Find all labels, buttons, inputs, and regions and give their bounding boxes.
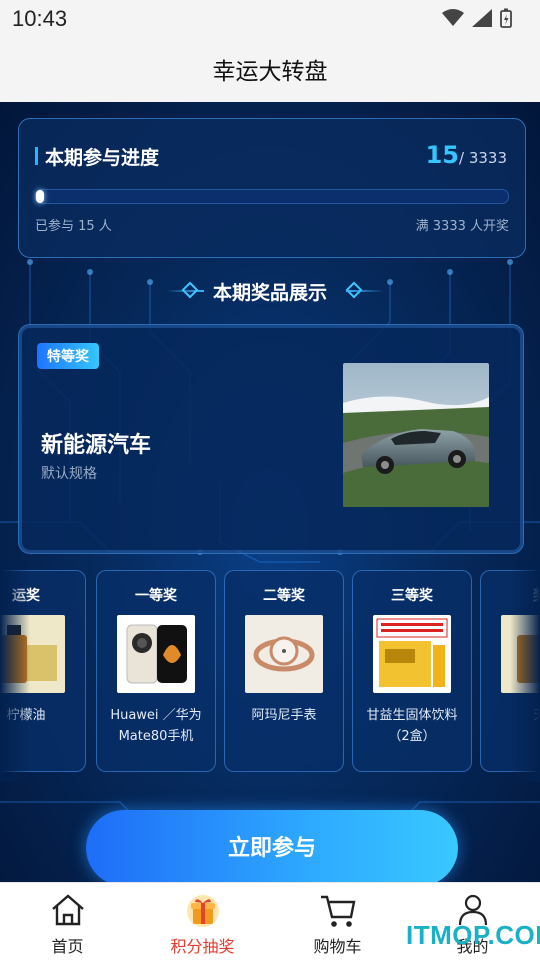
join-button[interactable]: 立即参与 — [86, 810, 458, 882]
phone-image — [117, 615, 195, 693]
progress-fill — [36, 190, 44, 203]
grand-prize-badge: 特等奖 — [37, 343, 99, 369]
status-bar: 10:43 — [0, 0, 540, 38]
home-icon — [51, 894, 84, 926]
prize-card[interactable]: 二等奖 阿玛尼手表 — [224, 570, 344, 772]
prize-section-title: 本期奖品展示 — [212, 282, 327, 304]
progress-bar — [35, 189, 509, 204]
progress-title: 本期参与进度 — [45, 147, 160, 169]
joined-text: 已参与 15 人 — [35, 219, 112, 234]
status-icons — [442, 8, 512, 28]
status-time: 10:43 — [12, 6, 68, 31]
prize-level: 一等奖 — [135, 588, 177, 604]
car-image — [343, 363, 489, 507]
wifi-icon — [442, 9, 464, 26]
featured-prize-spec: 默认规格 — [41, 466, 97, 482]
page-title: 幸运大转盘 — [212, 59, 328, 85]
threshold-text: 满 3333 人开奖 — [415, 219, 509, 234]
current-count: 15 — [425, 141, 459, 169]
tab-home[interactable]: 首页 — [0, 883, 135, 961]
cart-icon — [320, 895, 355, 927]
tab-lottery[interactable]: 积分抽奖 — [135, 883, 270, 961]
title-accent-bar — [35, 147, 38, 165]
watch-image — [245, 615, 323, 693]
prize-level: 三等奖 — [391, 588, 433, 604]
carousel-fade-right — [510, 562, 540, 782]
featured-prize-name: 新能源汽车 — [41, 433, 152, 458]
tab-label: 积分抽奖 — [170, 937, 235, 956]
participant-count: 15/ 3333 — [426, 141, 507, 169]
tab-label: 首页 — [51, 937, 84, 956]
drink-box-image — [373, 615, 451, 693]
join-button-label: 立即参与 — [227, 836, 316, 861]
prize-card[interactable]: 三等奖 甘益生固体饮料（2盒） — [352, 570, 472, 772]
title-bar: 幸运大转盘 — [0, 38, 540, 102]
prize-level: 二等奖 — [263, 588, 305, 604]
featured-prize-card[interactable]: 特等奖 新能源汽车 默认规格 — [18, 324, 524, 554]
progress-card: 本期参与进度 15/ 3333 已参与 15 人 满 3333 人开奖 — [18, 118, 526, 258]
prize-name: Huawei ／华为 Mate80手机 — [110, 708, 202, 744]
lottery-panel: 本期参与进度 15/ 3333 已参与 15 人 满 3333 人开奖 本期奖品… — [0, 102, 540, 882]
carousel-fade-left — [0, 562, 30, 782]
watermark: ITMOP.COM — [406, 920, 540, 950]
tab-label: 购物车 — [313, 937, 362, 956]
total-count: / 3333 — [459, 149, 507, 167]
prize-card[interactable]: 一等奖 Huawei ／华为 Mate80手机 — [96, 570, 216, 772]
prize-name: 甘益生固体饮料（2盒） — [366, 708, 458, 744]
gift-icon — [186, 895, 219, 927]
prize-name: 阿玛尼手表 — [251, 708, 317, 723]
battery-icon — [500, 8, 512, 28]
tab-cart[interactable]: 购物车 — [270, 883, 405, 961]
signal-icon — [472, 9, 492, 27]
divider-right — [346, 290, 384, 292]
